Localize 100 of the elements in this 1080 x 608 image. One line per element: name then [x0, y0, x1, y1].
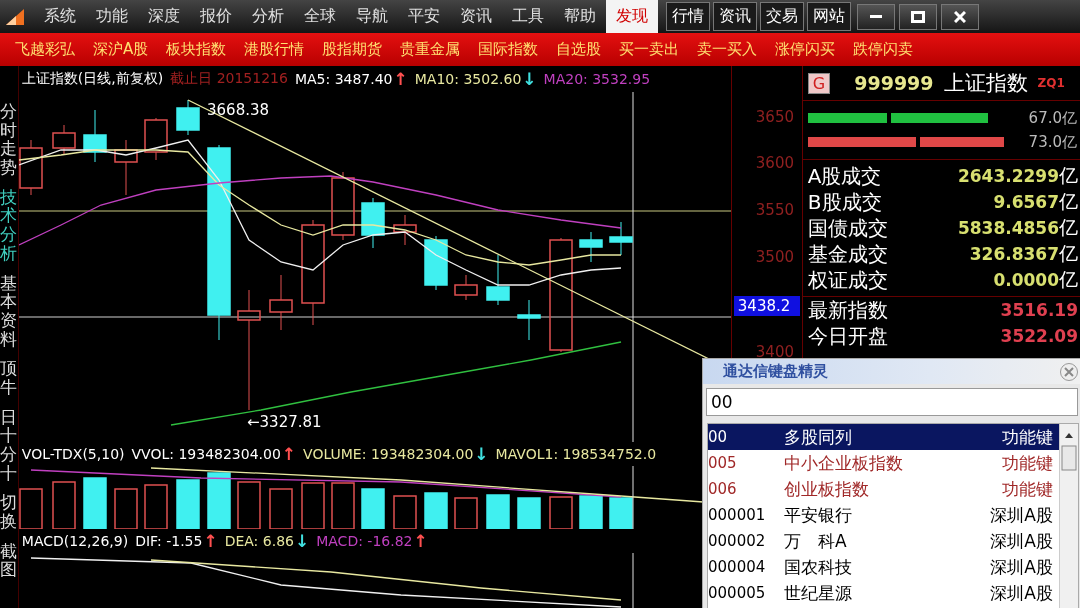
volume-bar	[301, 482, 325, 529]
field-label: 今日开盘	[807, 322, 888, 350]
menu-item[interactable]: 平安	[398, 0, 450, 33]
menu-item[interactable]: 全球	[294, 0, 346, 33]
trend-arrow: ↑	[393, 70, 408, 88]
close-icon[interactable]	[1059, 361, 1079, 382]
item-name: 万 科A	[784, 529, 848, 553]
menu-item[interactable]: 帮助	[554, 0, 606, 33]
date-label: 截止日 20151216	[170, 70, 288, 88]
nav-link[interactable]: 卖一买入	[688, 40, 767, 59]
logo-icon	[4, 6, 26, 27]
indicator-value: VOLUME: 193482304.00	[303, 446, 474, 462]
volume-bar	[207, 472, 231, 529]
item-name: 国农科技	[784, 555, 853, 579]
menu-item[interactable]: 工具	[502, 0, 554, 33]
menu-item[interactable]: 导航	[346, 0, 398, 33]
tag-label: ZQ1	[1037, 76, 1065, 90]
unit-label: 亿	[1059, 163, 1078, 188]
item-name: 多股同列	[784, 425, 853, 449]
menu-item[interactable]: 系统	[34, 0, 86, 33]
field-label: 国债成交	[807, 214, 888, 242]
item-name: 中小企业板指数	[784, 451, 904, 475]
volume-bar	[454, 497, 478, 529]
nav-link[interactable]: 买一卖出	[610, 40, 689, 59]
minimize-icon	[870, 15, 882, 18]
nav-link[interactable]: 港股行情	[235, 40, 314, 59]
list-item[interactable]: 000005 世纪星源 深圳A股	[708, 580, 1059, 606]
close-icon	[954, 10, 966, 23]
item-name: 世纪星源	[784, 581, 853, 605]
maximize-button[interactable]	[899, 3, 937, 30]
field-label: 权证成交	[807, 266, 888, 294]
volume-bar	[331, 482, 355, 529]
field-label: A股成交	[807, 162, 882, 190]
stock-name: 上证指数	[943, 70, 1028, 97]
nav-link[interactable]: 自选股	[547, 40, 611, 59]
list-item[interactable]: 006 创业板指数 功能键	[708, 476, 1059, 502]
list-item[interactable]: 000004 国农科技 深圳A股	[708, 554, 1059, 580]
nav-link[interactable]: 飞越彩弘	[6, 40, 84, 59]
volume-bar	[144, 484, 168, 529]
toolbar-button[interactable]: 网站	[807, 2, 851, 31]
unit-label: 亿	[1059, 241, 1078, 266]
menu-item[interactable]: 发现	[606, 0, 658, 33]
axis-label: 3550	[755, 201, 794, 219]
list-item[interactable]: 005 中小企业板指数 功能键	[708, 450, 1059, 476]
item-type: 深圳A股	[990, 555, 1053, 579]
low-price-label: ←3327.81	[246, 413, 322, 431]
item-type: 深圳A股	[990, 529, 1053, 553]
minimize-button[interactable]	[857, 3, 895, 30]
item-type: 深圳A股	[990, 581, 1053, 605]
side-tab[interactable]: 顶牛	[0, 359, 17, 397]
volume-bar	[83, 477, 107, 529]
maximize-icon	[911, 10, 925, 23]
side-tab[interactable]: 基本资料	[0, 273, 17, 349]
nav-link[interactable]: 国际指数	[469, 40, 548, 59]
volume-bar	[517, 497, 541, 529]
field-value: 0.0000	[993, 270, 1059, 290]
toolbar-button[interactable]: 行情	[666, 2, 710, 31]
item-code: 000002	[708, 532, 767, 550]
nav-link[interactable]: 板块指数	[157, 40, 236, 59]
list-item[interactable]: 00 多股同列 功能键	[708, 424, 1059, 450]
indicator-value: MACD(12,26,9)	[21, 533, 129, 549]
nav-link[interactable]: 股指期货	[313, 40, 392, 59]
volume-bar	[393, 495, 417, 529]
axis-label: 3650	[755, 108, 794, 126]
menu-item[interactable]: 资讯	[450, 0, 502, 33]
menu-item[interactable]: 功能	[86, 0, 138, 33]
list-item[interactable]: 000002 万 科A 深圳A股	[708, 528, 1059, 554]
menu-item[interactable]: 分析	[242, 0, 294, 33]
candlestick	[486, 254, 510, 306]
list-item[interactable]: 000001 平安银行 深圳A股	[708, 502, 1059, 528]
candlestick	[83, 109, 107, 163]
trend-arrow: ↑	[203, 532, 218, 550]
toolbar-button[interactable]: 资讯	[713, 2, 757, 31]
menu-item[interactable]: 报价	[190, 0, 242, 33]
axis-label: 3400	[755, 343, 794, 361]
toolbar-button[interactable]: 交易	[760, 2, 804, 31]
indicator-value: VVOL: 193482304.00	[131, 446, 281, 462]
volume-bar	[19, 488, 43, 529]
candlestick	[424, 235, 448, 291]
volume-bar	[114, 488, 138, 529]
input-field[interactable]: 00	[706, 388, 1078, 416]
nav-link[interactable]: 深沪A股	[84, 40, 158, 59]
side-tab[interactable]: 截图	[0, 541, 17, 580]
side-tab[interactable]: 日十分十	[0, 407, 17, 483]
nav-link[interactable]: 跌停闪卖	[844, 40, 923, 59]
nav-link[interactable]: 涨停闪买	[766, 40, 845, 59]
close-button[interactable]	[941, 3, 979, 30]
side-tab[interactable]: 分时走势	[0, 102, 17, 177]
item-code: 000001	[708, 506, 767, 524]
nav-link[interactable]: 贵重金属	[391, 40, 470, 59]
stock-code: 999999	[854, 72, 934, 94]
candlestick	[114, 139, 138, 196]
indicator-value: MA10: 3502.60	[414, 71, 522, 87]
item-name: 平安银行	[784, 503, 853, 527]
axis-label: 3500	[755, 248, 794, 266]
menu-item[interactable]: 深度	[138, 0, 190, 33]
field-value: 326.8367	[969, 244, 1059, 264]
field-value: 3516.19	[1000, 300, 1078, 320]
side-tab[interactable]: 技术分析	[0, 187, 17, 263]
side-tab[interactable]: 切换	[0, 493, 17, 531]
